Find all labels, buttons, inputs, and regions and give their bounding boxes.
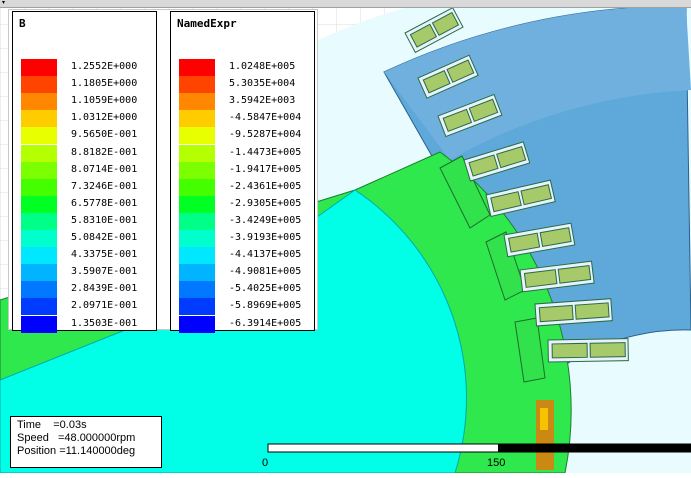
legend-namedexpr-label: -5.8969E+005: [229, 300, 302, 312]
legend-namedexpr-swatch: [179, 247, 215, 265]
legend-namedexpr-label: -2.4361E+005: [229, 180, 302, 192]
legend-namedexpr-label: -4.9081E+005: [229, 266, 302, 278]
legend-namedexpr-label: -6.3914E+005: [229, 317, 302, 329]
legend-namedexpr-label: -9.5287E+004: [229, 129, 302, 141]
legend-b-label: 1.0312E+000: [71, 112, 138, 124]
legend-b-swatch: [21, 281, 57, 299]
scale-label-start: 0: [262, 457, 269, 469]
legend-namedexpr-label: 5.3035E+004: [229, 78, 296, 90]
legend-namedexpr-title: NamedExpr: [177, 17, 237, 30]
legend-b-label: 1.2552E+000: [71, 61, 138, 72]
legend-namedexpr-label: -3.4249E+005: [229, 214, 302, 226]
legend-b-swatch: [21, 110, 57, 128]
legend-namedexpr-label: -3.9193E+005: [229, 232, 302, 243]
legend-b-label: 1.3503E-001: [71, 317, 138, 329]
scale-bar: [267, 443, 691, 453]
time-readout: Time =0.03s: [17, 419, 87, 431]
legend-b-swatch: [21, 195, 57, 213]
legend-b-label: 7.3246E-001: [71, 180, 138, 192]
legend-namedexpr: NamedExpr 1.0248E+005 5.3035E+004 3.5942E+…: [170, 11, 315, 333]
legend-b-swatch: [21, 298, 57, 316]
legend-b-label: 8.0714E-001: [71, 163, 138, 175]
legend-namedexpr-swatch: [179, 144, 215, 162]
legend-namedexpr-swatch: [179, 212, 215, 230]
legend-b-swatch: [21, 161, 57, 179]
legend-namedexpr-swatch: [179, 76, 215, 94]
legend-namedexpr-label: -1.9417E+005: [229, 163, 302, 175]
scale-label-mid: 150: [487, 457, 506, 469]
legend-namedexpr-swatch: [179, 264, 215, 282]
legend-b-swatch: [21, 247, 57, 265]
legend-b-swatch: [21, 93, 57, 111]
legend-namedexpr-swatch: [179, 59, 215, 76]
legend-namedexpr-swatch: [179, 315, 215, 333]
field-plot-viewport[interactable]: ▾ B 1.2552E+000 1.1805E+000 1.1059E+000 1.0…: [0, 0, 691, 473]
legend-b-swatch: [21, 76, 57, 94]
legend-b-label: 3.5907E-001: [71, 266, 138, 278]
legend-namedexpr-label: -1.4473E+005: [229, 146, 302, 158]
legend-b-label: 5.8310E-001: [71, 214, 138, 226]
legend-b-swatch: [21, 315, 57, 333]
legend-b: B 1.2552E+000 1.1805E+000 1.1059E+000 1.031…: [12, 11, 157, 333]
legend-b-label: 4.3375E-001: [71, 249, 138, 261]
legend-b-label: 9.5650E-001: [71, 129, 138, 141]
position-readout: Position =11.140000deg: [17, 445, 136, 457]
legend-namedexpr-swatch: [179, 110, 215, 128]
legend-namedexpr-swatch: [179, 195, 215, 213]
legend-namedexpr-label: 3.5942E+003: [229, 95, 296, 107]
legend-b-swatch: [21, 144, 57, 162]
legend-b-swatch: [21, 230, 57, 247]
legend-namedexpr-label: -4.5847E+004: [229, 112, 302, 124]
legend-namedexpr-swatch: [179, 93, 215, 111]
legend-b-label: 6.5778E-001: [71, 197, 138, 209]
legend-namedexpr-label: -5.4025E+005: [229, 283, 302, 295]
legend-namedexpr-swatch: [179, 127, 215, 145]
legend-namedexpr-swatch: [179, 230, 215, 247]
legend-namedexpr-label: 1.0248E+005: [229, 61, 296, 72]
legend-b-swatch: [21, 212, 57, 230]
legend-b-swatch: [21, 59, 57, 76]
legend-namedexpr-swatch: [179, 298, 215, 316]
legend-b-swatch: [21, 264, 57, 282]
legend-namedexpr-label: -2.9305E+005: [229, 197, 302, 209]
legend-b-label: 2.0971E-001: [71, 300, 138, 312]
legend-namedexpr-swatch: [179, 281, 215, 299]
top-toolbar-strip: ▾: [0, 0, 691, 8]
legend-namedexpr-label: -4.4137E+005: [229, 249, 302, 261]
menu-arrow-icon[interactable]: ▾: [2, 0, 8, 6]
legend-b-label: 1.1059E+000: [71, 95, 138, 107]
legend-namedexpr-swatch: [179, 161, 215, 179]
speed-readout: Speed =48.000000rpm: [17, 432, 136, 444]
legend-b-swatch: [21, 127, 57, 145]
simulation-info-box: Time =0.03s Speed =48.000000rpm Position…: [10, 416, 162, 468]
legend-b-title: B: [19, 17, 26, 30]
legend-b-label: 2.8439E-001: [71, 283, 138, 295]
legend-b-label: 8.8182E-001: [71, 146, 138, 158]
legend-namedexpr-swatch: [179, 178, 215, 196]
legend-b-swatch: [21, 178, 57, 196]
legend-b-label: 1.1805E+000: [71, 78, 138, 90]
legend-b-label: 5.0842E-001: [71, 232, 138, 243]
